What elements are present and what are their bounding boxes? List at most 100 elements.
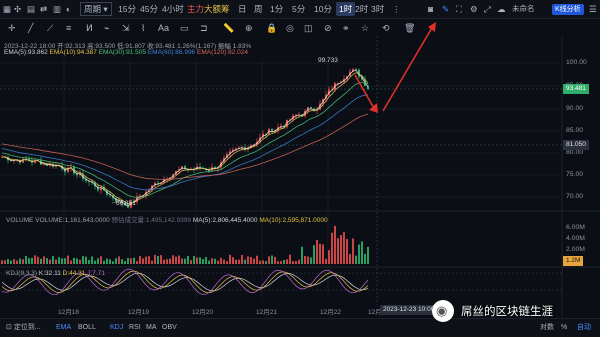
volume-bar [142, 258, 144, 264]
kdj-d: D:44.31 [62, 270, 86, 277]
volume-bar [223, 259, 225, 264]
volume-label: VOLUME [6, 217, 34, 224]
volume-bar [331, 232, 333, 264]
price-chart[interactable] [0, 0, 600, 336]
log-scale-toggle[interactable]: 对数 [540, 322, 554, 334]
indicator-ma[interactable]: MA [146, 322, 157, 334]
volume-bar [274, 256, 276, 264]
volume-bar [313, 245, 315, 264]
volume-bar [115, 258, 117, 264]
auto-scale-toggle[interactable]: 自动 [577, 322, 591, 334]
volume-bar [361, 241, 363, 264]
goto-button[interactable]: ⊡ 定位到... [6, 322, 41, 334]
volume-readout: VOLUME VOLUME:1,161,643.0000 预估成交量:1,495… [6, 214, 328, 224]
volume-bar [103, 260, 105, 264]
volume-bar [190, 260, 192, 264]
volume-bar [112, 261, 114, 264]
volume-predict: 预估成交量:1,495,142.9399 [111, 217, 192, 224]
volume-bar [73, 257, 75, 264]
volume-bar [118, 256, 120, 264]
volume-bar [283, 260, 285, 264]
percent-toggle[interactable]: % [561, 322, 567, 334]
volume-bar [100, 256, 102, 264]
volume-bar [277, 261, 279, 264]
indicator-obv[interactable]: OBV [162, 322, 177, 334]
volume-bar [79, 259, 81, 264]
volume-ma10: MA(10):2,595,871.0000 [259, 217, 328, 224]
volume-bar [82, 256, 84, 264]
arrow-line [382, 25, 434, 112]
volume-bar [253, 258, 255, 264]
cursor-time-tag: 2023-12-23 10:00 [380, 305, 438, 315]
crosshair-price-tag: 81.050 [563, 140, 589, 150]
volume-bar [76, 258, 78, 264]
volume-bar [340, 235, 342, 264]
volume-bar [193, 255, 195, 264]
vol-axis-2m: 2.00M [566, 246, 585, 253]
indicator-ema[interactable]: EMA [56, 322, 71, 334]
indicator-boll[interactable]: BOLL [78, 322, 96, 334]
volume-bar [34, 255, 36, 264]
volume-bar [247, 256, 249, 264]
volume-bar [265, 261, 267, 264]
watermark-text: 屌丝的区块链生涯 [461, 306, 553, 318]
volume-bar [334, 225, 336, 264]
volume-bar [199, 257, 201, 264]
volume-bar [262, 260, 264, 264]
volume-bar [175, 256, 177, 264]
volume-bar [286, 259, 288, 264]
volume-bar [259, 260, 261, 264]
volume-bar [217, 260, 219, 264]
volume-bar [46, 258, 48, 264]
volume-bar [241, 254, 243, 264]
volume-bar [181, 258, 183, 264]
kdj-k: K:32.11 [38, 270, 61, 277]
volume-bar [166, 259, 168, 264]
date-label: 12月21 [256, 309, 277, 316]
volume-bar [109, 259, 111, 264]
volume-bar [205, 257, 207, 264]
volume-bar [1, 260, 3, 264]
volume-bar [184, 258, 186, 264]
volume-bar [358, 244, 360, 264]
volume-bar [271, 255, 273, 264]
arrow-head [369, 103, 378, 113]
price-axis-label: 85.00 [566, 127, 584, 134]
volume-bar [214, 258, 216, 264]
volume-bar [307, 256, 309, 264]
date-label: 12月20 [192, 309, 213, 316]
chat-bubble-icon: ◉ [436, 303, 448, 318]
volume-bar [133, 257, 135, 264]
volume-bar [202, 258, 204, 264]
volume-bar [127, 257, 129, 264]
volume-bar [139, 256, 141, 264]
volume-bar [160, 255, 162, 264]
volume-bar [319, 243, 321, 264]
volume-bar [61, 258, 63, 264]
volume-bar [322, 244, 324, 264]
volume-bar [301, 246, 303, 264]
indicator-kdj[interactable]: KDJ [110, 322, 123, 334]
volume-bar [208, 260, 210, 264]
volume-bar [28, 258, 30, 264]
indicator-rsi[interactable]: RSI [129, 322, 141, 334]
volume-bar [238, 259, 240, 264]
volume-bar [196, 257, 198, 264]
ema-line [1, 82, 369, 198]
volume-bar [37, 256, 39, 264]
price-axis-label: 90.00 [566, 105, 584, 112]
volume-bar [40, 258, 42, 264]
volume-bar [367, 246, 369, 264]
volume-bar [364, 253, 366, 264]
volume-bar [49, 259, 51, 264]
volume-bar [124, 261, 126, 264]
bottom-bar: ⊡ 定位到... EMA BOLL KDJ RSI MA OBV 对数 % 自动 [0, 318, 600, 337]
volume-bar [352, 238, 354, 264]
volume-bar [229, 254, 231, 264]
volume-bar [328, 250, 330, 264]
volume-bar [211, 258, 213, 264]
volume-bar [7, 259, 9, 264]
high-label: 99.733 [318, 57, 338, 64]
volume-bar [52, 256, 54, 264]
volume-bar [343, 232, 345, 264]
